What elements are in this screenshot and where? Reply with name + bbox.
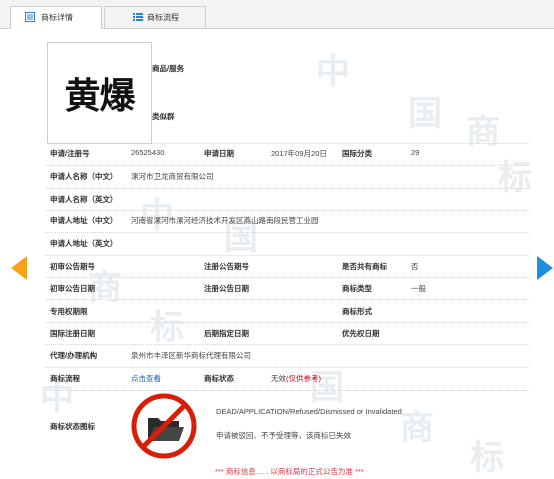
status-label: 商标状态 [204, 374, 234, 383]
divider [45, 299, 530, 300]
intl-class-value: 29 [411, 148, 420, 157]
divider [45, 322, 530, 323]
later-date-label: 后期指定日期 [204, 329, 249, 338]
divider [45, 188, 530, 189]
divider [45, 143, 530, 144]
shared-tm-label: 是否共有商标 [342, 262, 387, 271]
status-icon-label: 商标状态图标 [50, 422, 95, 431]
view-process-link[interactable]: 点击查看 [131, 373, 161, 384]
applicant-cn-label: 申请人名称（中文） [50, 172, 118, 181]
process-label: 商标流程 [50, 374, 80, 383]
shared-tm-value: 否 [411, 262, 419, 271]
prelim-issue-label: 初审公告期号 [50, 262, 95, 271]
reg-no-value: 26525430 [131, 148, 165, 157]
intl-class-label: 国际分类 [342, 149, 372, 158]
invalid-status-icon [131, 393, 197, 459]
divider [45, 232, 530, 233]
watermark-char: 标 [150, 308, 184, 348]
reg-no-label: 申请/注册号 [50, 149, 90, 158]
divider [45, 277, 530, 278]
tm-type-label: 商标类型 [342, 284, 372, 293]
doc-icon [25, 12, 35, 22]
trademark-logo-text: 黄爆 [64, 75, 135, 117]
list-icon [133, 13, 143, 21]
status-value: 无效(仅供参考) [271, 373, 321, 384]
goods-services-label: 商品/服务 [152, 64, 185, 73]
divider [45, 210, 530, 211]
watermark-char: 商 [400, 408, 434, 448]
next-arrow-icon[interactable] [537, 256, 553, 280]
tab-trademark-detail[interactable]: 商标详情 [10, 6, 102, 29]
status-text: 无效 [271, 374, 286, 383]
applicant-cn-value: 漯河市卫龙商贸有限公司 [131, 172, 214, 181]
reg-issue-label: 注册公告期号 [204, 262, 249, 271]
watermark-char: 标 [498, 158, 532, 198]
priority-date-label: 优先权日期 [342, 329, 380, 338]
watermark-char: 商 [466, 112, 500, 152]
status-detail-en: DEAD/APPLICATION/Refused/Dismissed or In… [216, 407, 402, 416]
divider [45, 255, 530, 256]
similar-group-label: 类似群 [152, 112, 175, 121]
divider [45, 165, 530, 166]
tab-bar: 商标详情 商标流程 [0, 0, 554, 29]
address-cn-label: 申请人地址（中文） [50, 216, 118, 225]
tm-form-label: 商标形式 [342, 307, 372, 316]
divider [45, 344, 530, 345]
watermark-char: 中 [140, 196, 174, 236]
address-cn-value: 河南省漯河市漯河经济技术开发区燕山路南段民营工业园 [131, 216, 319, 225]
status-note: (仅供参考) [286, 374, 321, 383]
divider [45, 367, 530, 368]
divider [45, 390, 530, 391]
address-en-label: 申请人地址（英文） [50, 239, 118, 248]
tm-type-value: 一般 [411, 284, 426, 293]
prev-arrow-icon[interactable] [11, 256, 27, 280]
exclusive-period-label: 专用权期限 [50, 307, 88, 316]
watermark-char: 国 [408, 94, 442, 134]
app-date-label: 申请日期 [204, 149, 234, 158]
prelim-date-label: 初审公告日期 [50, 284, 95, 293]
trademark-image: 黄爆 [47, 42, 152, 144]
intl-reg-date-label: 国际注册日期 [50, 329, 95, 338]
agency-label: 代理/办理机构 [50, 351, 98, 360]
tab-label: 商标流程 [147, 13, 179, 22]
tab-trademark-process[interactable]: 商标流程 [104, 6, 206, 28]
agency-value: 泉州市丰泽区新华商标代理有限公司 [131, 351, 251, 360]
tab-label: 商标详情 [41, 13, 73, 22]
app-date-value: 2017年09月20日 [271, 149, 327, 158]
applicant-en-label: 申请人名称（英文） [50, 195, 118, 204]
status-detail-cn: 申请被驳回、不予受理等，该商标已失效 [216, 431, 351, 440]
reg-date-label: 注册公告日期 [204, 284, 249, 293]
watermark-char: 中 [316, 52, 350, 92]
